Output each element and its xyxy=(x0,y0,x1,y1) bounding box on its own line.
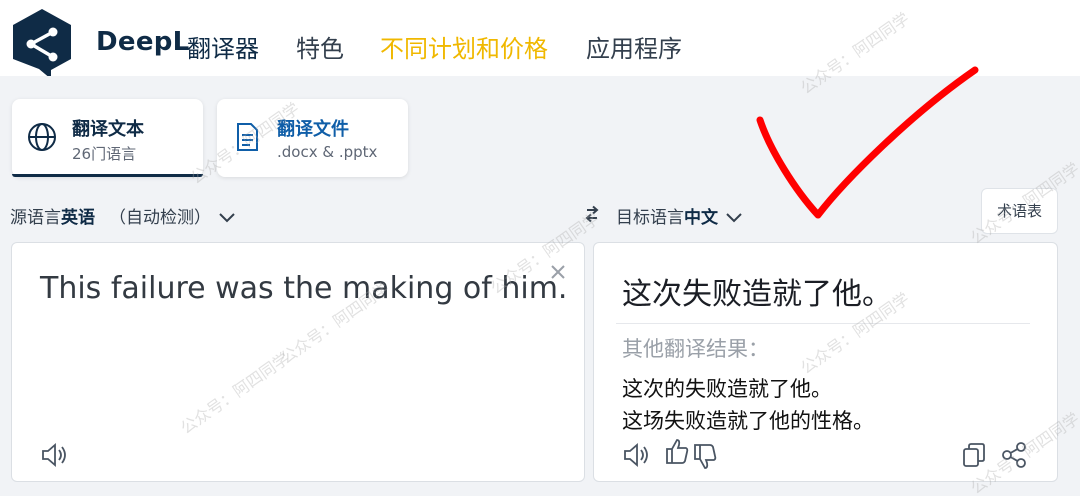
share-icon[interactable] xyxy=(1000,441,1028,469)
close-icon[interactable] xyxy=(549,263,567,281)
top-header: DeepL 翻译器 特色 不同计划和价格 应用程序 xyxy=(0,0,1080,86)
speaker-icon[interactable] xyxy=(40,441,70,469)
glossary-button[interactable]: 术语表 xyxy=(981,188,1058,234)
document-icon xyxy=(237,123,258,151)
nav-features-link[interactable]: 特色 xyxy=(296,29,344,64)
source-text-input[interactable]: This failure was the making of him. xyxy=(40,271,567,306)
brand-subtitle[interactable]: 翻译器 xyxy=(187,29,259,64)
target-language-prefix: 目标语言 xyxy=(616,208,684,228)
source-language-name: 英语 xyxy=(61,208,95,228)
chevron-down-icon xyxy=(219,213,236,223)
target-text-panel: 这次失败造就了他。 其他翻译结果： 这次的失败造就了他。 这场失败造就了他的性格… xyxy=(593,242,1058,482)
active-tab-indicator xyxy=(12,174,203,177)
deepl-logo-icon[interactable] xyxy=(9,7,75,81)
tab-docs-title: 翻译文件 xyxy=(277,119,349,140)
swap-languages-icon[interactable] xyxy=(583,205,601,223)
source-text-panel[interactable]: This failure was the making of him. xyxy=(11,242,585,482)
nav-apps-link[interactable]: 应用程序 xyxy=(586,29,682,64)
alternative-translation[interactable]: 这场失败造就了他的性格。 xyxy=(622,405,874,435)
globe-icon xyxy=(28,123,56,151)
tab-text-subtitle: 26门语言 xyxy=(72,145,137,163)
nav-pricing-link[interactable]: 不同计划和价格 xyxy=(380,29,548,64)
thumbs-down-icon[interactable] xyxy=(692,443,718,471)
source-language-prefix: 源语言 xyxy=(10,208,61,228)
chevron-down-icon xyxy=(726,213,743,223)
divider xyxy=(616,323,1030,324)
source-language-selector[interactable]: 源语言英语 （自动检测） xyxy=(10,203,238,228)
tab-text-title: 翻译文本 xyxy=(72,119,144,140)
thumbs-up-icon[interactable] xyxy=(664,437,690,465)
auto-detect-label: （自动检测） xyxy=(109,208,211,228)
alternatives-label: 其他翻译结果： xyxy=(622,337,769,361)
brand-name[interactable]: DeepL xyxy=(96,27,190,57)
tab-docs-subtitle: .docx & .pptx xyxy=(277,143,378,161)
tab-translate-docs[interactable]: 翻译文件 .docx & .pptx xyxy=(217,99,408,177)
translation-output[interactable]: 这次失败造就了他。 xyxy=(622,269,892,313)
copy-icon[interactable] xyxy=(960,441,988,469)
tab-translate-text[interactable]: 翻译文本 26门语言 xyxy=(12,99,203,177)
target-language-name: 中文 xyxy=(684,208,718,228)
speaker-icon[interactable] xyxy=(622,441,652,469)
target-language-selector[interactable]: 目标语言中文 xyxy=(616,203,745,228)
alternative-translation[interactable]: 这次的失败造就了他。 xyxy=(622,373,832,403)
